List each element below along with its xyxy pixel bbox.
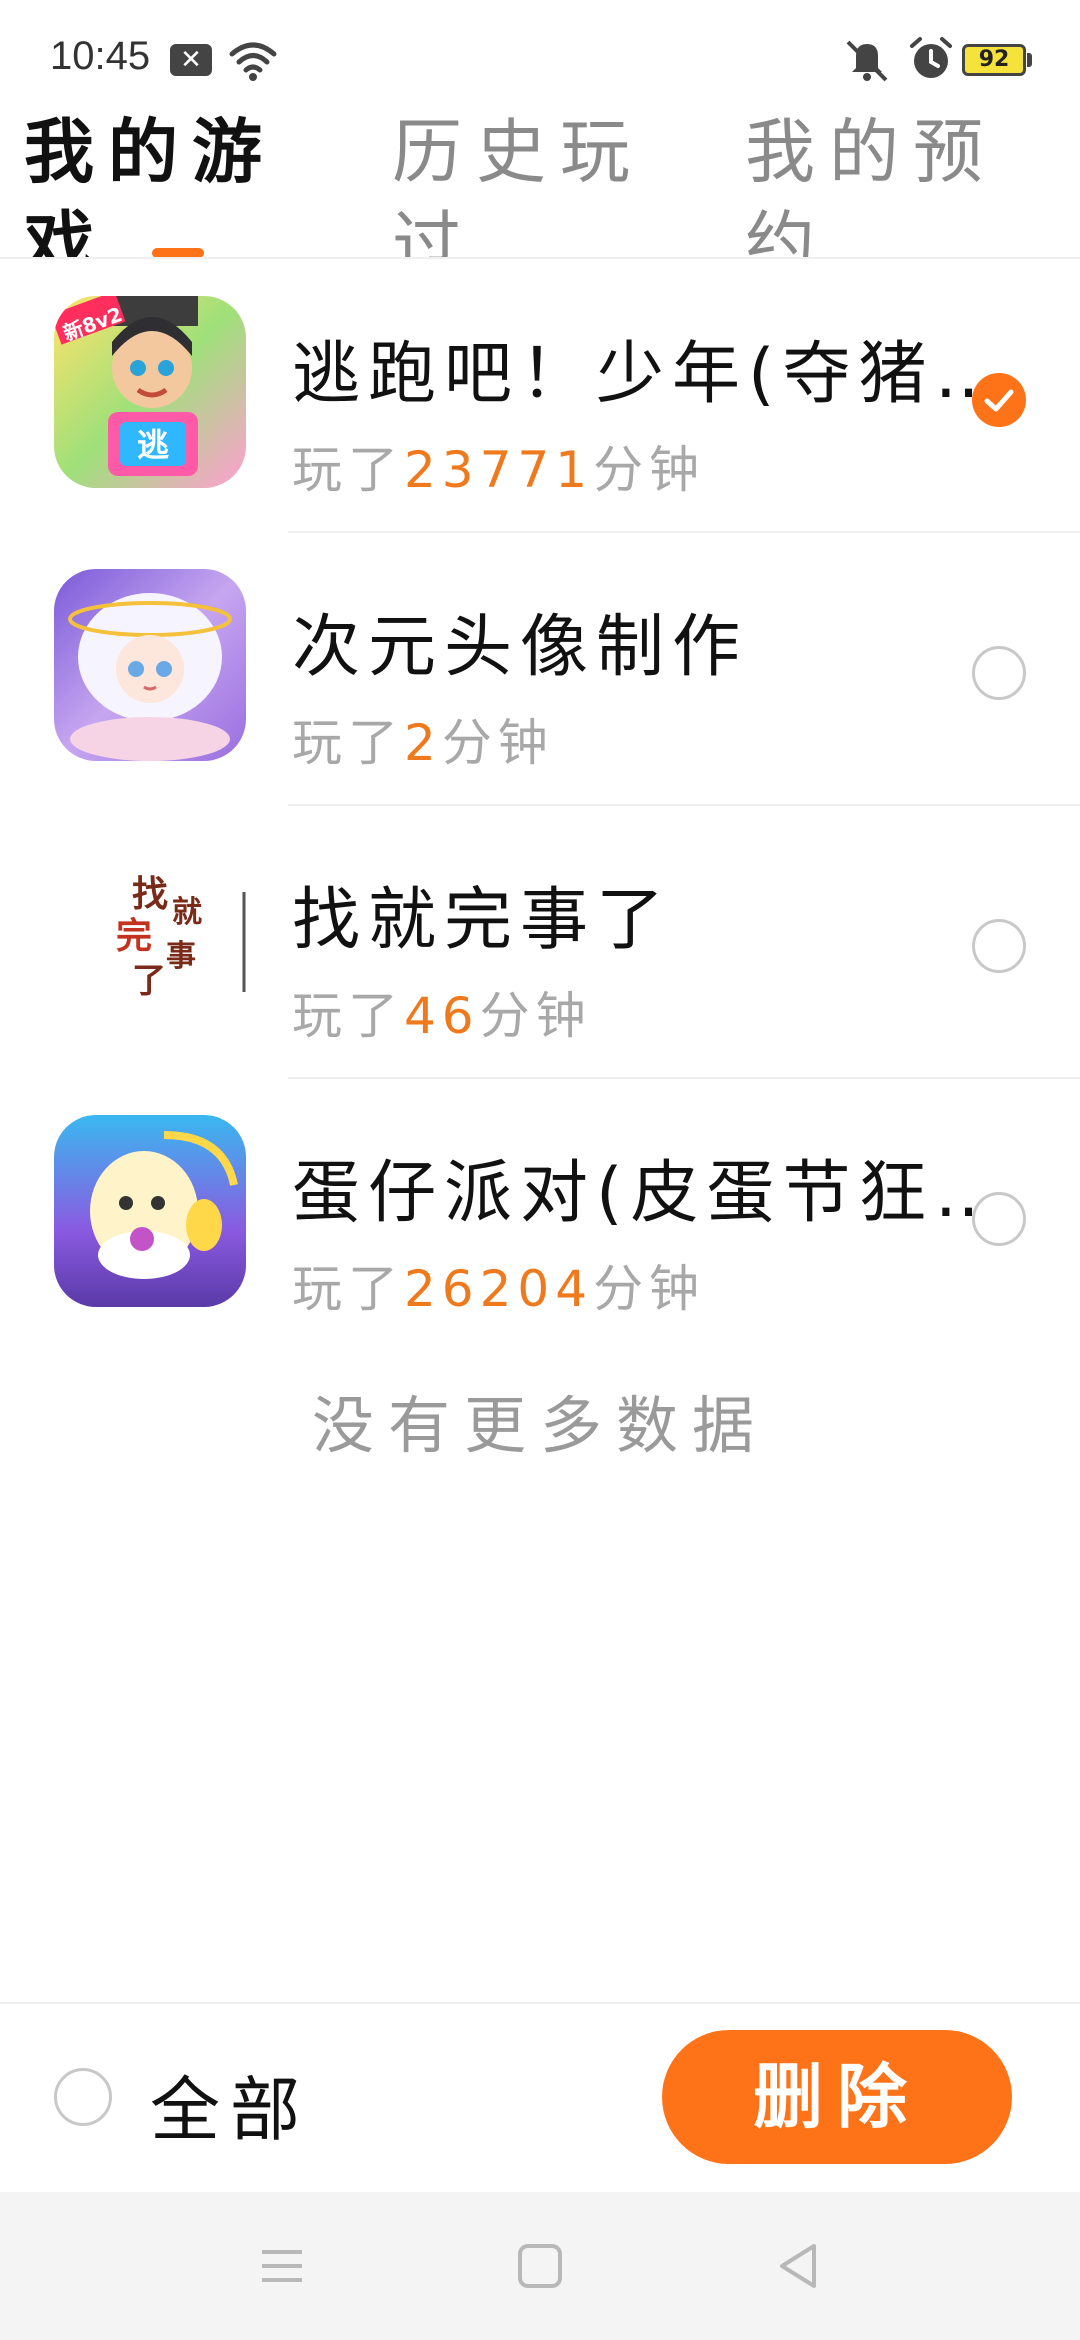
play-time-minutes: 46 [404, 987, 480, 1045]
play-time-prefix: 玩了 [292, 987, 404, 1045]
play-time-suffix: 分钟 [479, 987, 592, 1045]
game-icon-avatar-maker [54, 569, 246, 761]
tabs-divider [0, 257, 1080, 259]
battery-icon: 92 [962, 44, 1026, 76]
game-icon-escape: 逃 新8v2 [54, 296, 246, 488]
tab-history[interactable]: 历史玩过 [392, 106, 652, 258]
tab-my-games[interactable]: 我的游戏 [24, 106, 284, 258]
icon-char: 完 [116, 915, 152, 957]
game-icon-sign: 逃 [137, 426, 169, 464]
game-title: 找就完事了 [292, 881, 673, 960]
game-icon-find-it: 找 就 完 事 了 [54, 842, 246, 1034]
wifi-icon [229, 42, 277, 81]
game-title: 蛋仔派对(皮蛋节狂欢) [292, 1154, 1020, 1233]
play-time-prefix: 玩了 [292, 1260, 404, 1318]
select-checkbox[interactable] [972, 646, 1026, 700]
play-time: 玩了23771分钟 [292, 430, 705, 502]
game-row[interactable]: 找 就 完 事 了 找就完事了 玩了46分钟 [0, 806, 1080, 1079]
play-time: 玩了46分钟 [292, 976, 592, 1048]
battery-tip [1027, 53, 1032, 67]
tab-bar: 我的游戏 历史玩过 我的预约 [0, 100, 1080, 258]
select-all-checkbox[interactable] [54, 2068, 112, 2126]
select-checkbox[interactable] [972, 1192, 1026, 1246]
menu-icon[interactable] [252, 2236, 312, 2296]
mute-icon [846, 40, 888, 82]
game-row[interactable]: 逃 新8v2 逃跑吧！少年(夺猪节) 玩了23771分钟 [0, 260, 1080, 533]
icon-char: 找 [132, 873, 168, 915]
delete-button[interactable]: 删除 [662, 2030, 1012, 2164]
play-time-prefix: 玩了 [292, 441, 404, 499]
home-icon[interactable] [510, 2236, 570, 2296]
icon-char: 就 [172, 895, 202, 930]
select-checkbox[interactable] [972, 373, 1026, 427]
play-time-minutes: 26204 [404, 1260, 594, 1318]
play-time: 玩了26204分钟 [292, 1249, 705, 1321]
play-time-suffix: 分钟 [441, 714, 554, 772]
play-time: 玩了2分钟 [292, 703, 554, 775]
game-list: 逃 新8v2 逃跑吧！少年(夺猪节) 玩了23771分钟 次元头像制作 玩了2分… [0, 260, 1080, 1352]
select-all-label[interactable]: 全部 [150, 2054, 310, 2155]
play-time-minutes: 23771 [404, 441, 594, 499]
game-row[interactable]: 次元头像制作 玩了2分钟 [0, 533, 1080, 806]
check-icon [984, 389, 1014, 412]
bottom-action-bar: 全部 删除 [0, 2002, 1080, 2194]
play-time-suffix: 分钟 [593, 1260, 706, 1318]
system-nav-bar [0, 2192, 1080, 2340]
play-time-minutes: 2 [404, 714, 442, 772]
back-icon[interactable] [768, 2236, 828, 2296]
no-more-data-text: 没有更多数据 [311, 1389, 768, 1462]
notification-icon: ✕ [170, 44, 212, 76]
select-checkbox[interactable] [972, 919, 1026, 973]
status-bar: 10:45 ✕ 92 [0, 0, 1080, 110]
play-time-prefix: 玩了 [292, 714, 404, 772]
play-time-suffix: 分钟 [593, 441, 706, 499]
alarm-icon [910, 37, 952, 78]
icon-char: 事 [166, 939, 196, 974]
game-icon-eggy-party [54, 1115, 246, 1307]
game-title: 逃跑吧！少年(夺猪节) [292, 335, 1020, 414]
game-row[interactable]: 蛋仔派对(皮蛋节狂欢) 玩了26204分钟 [0, 1079, 1080, 1352]
tab-reservations[interactable]: 我的预约 [745, 106, 1005, 258]
status-time: 10:45 [50, 34, 151, 78]
icon-char: 了 [132, 961, 166, 1001]
game-title: 次元头像制作 [292, 608, 749, 687]
